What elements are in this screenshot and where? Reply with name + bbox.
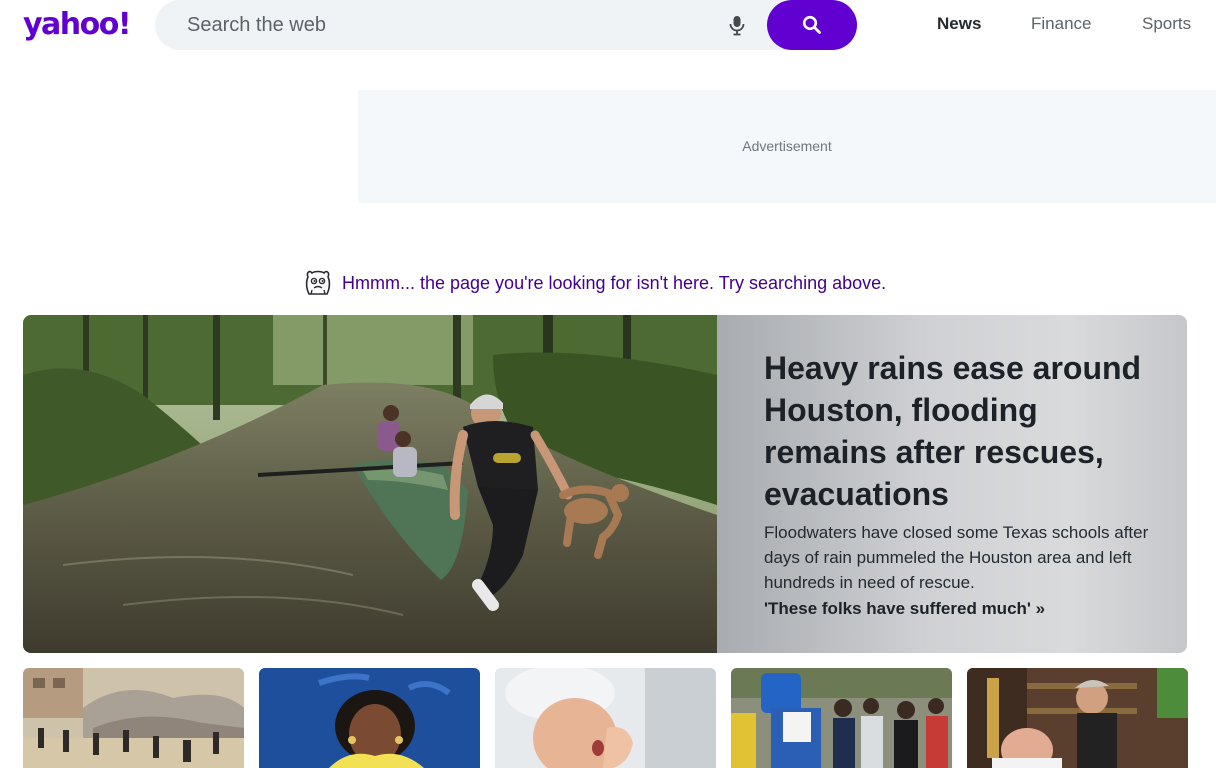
search-bar — [155, 0, 857, 50]
hero-headline[interactable]: Heavy rains ease around Houston, floodin… — [764, 347, 1164, 515]
hero-summary: Floodwaters have closed some Texas schoo… — [764, 523, 1149, 592]
hero-text-panel: Heavy rains ease around Houston, floodin… — [717, 315, 1187, 653]
nav-finance[interactable]: Finance — [1031, 14, 1091, 34]
search-input[interactable] — [185, 0, 705, 50]
nav-news[interactable]: News — [937, 14, 981, 34]
advertisement-label: Advertisement — [742, 138, 832, 154]
page-not-found-message: Hmmm... the page you're looking for isn'… — [342, 272, 887, 293]
nav-sports[interactable]: Sports — [1142, 14, 1191, 34]
story-thumbnail-barber[interactable] — [967, 668, 1188, 768]
site-header: yahoo! News Finance Sports — [0, 0, 1216, 52]
confused-creature-icon — [303, 268, 333, 298]
hero-image — [23, 315, 717, 653]
magnifier-icon — [802, 15, 821, 34]
story-thumbnail-sneeze[interactable] — [495, 668, 716, 768]
story-thumbnail-ruins[interactable] — [23, 668, 244, 768]
story-thumbnail-protest[interactable] — [731, 668, 952, 768]
page-not-found-notice: Hmmm... the page you're looking for isn'… — [303, 268, 886, 298]
hero-related-link[interactable]: 'These folks have suffered much' » — [764, 599, 1045, 619]
advertisement-slot[interactable]: Advertisement — [358, 90, 1216, 203]
microphone-icon[interactable] — [726, 14, 748, 36]
hero-story[interactable]: Heavy rains ease around Houston, floodin… — [23, 315, 1187, 653]
story-thumbnail-portrait[interactable] — [259, 668, 480, 768]
yahoo-logo[interactable]: yahoo! — [23, 5, 132, 45]
search-button[interactable] — [767, 0, 857, 50]
